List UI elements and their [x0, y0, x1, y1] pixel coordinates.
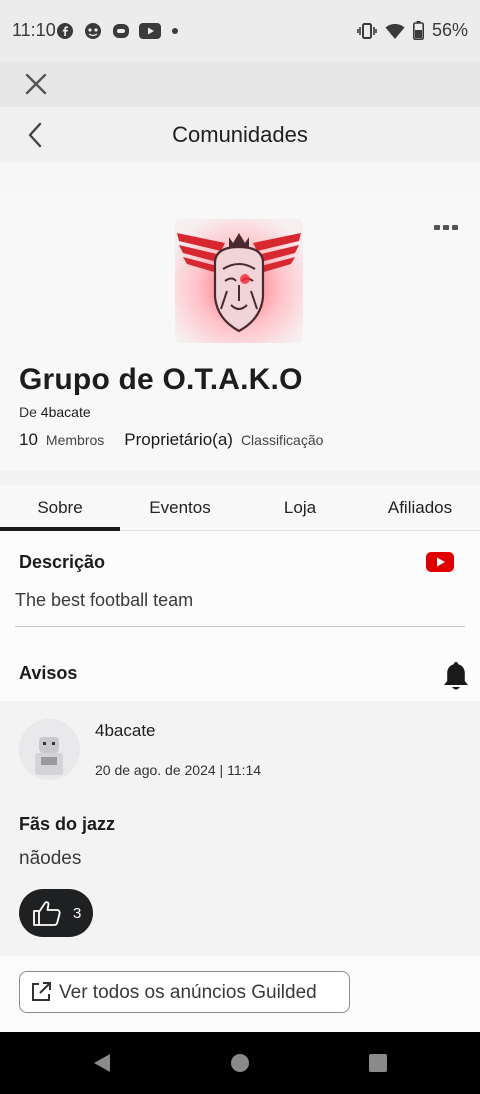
- tab-loja[interactable]: Loja: [240, 498, 360, 518]
- notification-icons: [56, 21, 180, 41]
- webview-toolbar: [0, 62, 480, 107]
- facebook-icon: [57, 23, 73, 39]
- home-nav-icon[interactable]: [230, 1053, 250, 1073]
- more-options-icon[interactable]: [434, 223, 458, 233]
- tab-afiliados[interactable]: Afiliados: [360, 498, 480, 518]
- battery-icon: [412, 21, 424, 40]
- game-icon: [85, 23, 101, 39]
- description-title: Descrição: [19, 552, 106, 572]
- status-time: 11:10: [12, 20, 56, 40]
- vibrate-icon: [357, 22, 377, 39]
- announcements-footer: Ver todos os anúncios Guilded: [0, 956, 480, 1032]
- app-header: Comunidades: [0, 107, 480, 163]
- avatar[interactable]: [19, 719, 80, 780]
- system-navigation-bar: [0, 1032, 480, 1094]
- view-all-label: Ver todos os anúncios Guilded: [59, 982, 317, 1003]
- owner-link[interactable]: 4bacate: [41, 404, 91, 420]
- post-title: Fãs do jazz: [19, 814, 116, 834]
- back-nav-icon[interactable]: [92, 1053, 112, 1073]
- post-date: 20 de ago. de 2024 | 11:14: [95, 762, 262, 778]
- member-label: Membros: [45, 432, 105, 448]
- post-body: nãodes: [19, 848, 82, 869]
- wifi-icon: [385, 23, 405, 39]
- recents-nav-icon[interactable]: [368, 1053, 388, 1073]
- like-count: 3: [73, 905, 82, 922]
- tab-eventos[interactable]: Eventos: [120, 498, 240, 518]
- role-label: Classificação: [240, 432, 324, 448]
- announcements-title: Avisos: [19, 663, 78, 683]
- owner-prefix: De: [19, 404, 37, 420]
- owner-line: De 4bacate: [19, 404, 91, 420]
- bell-icon[interactable]: [442, 660, 470, 692]
- description-text: The best football team: [15, 590, 194, 610]
- thumbs-up-icon: [33, 901, 61, 926]
- post-author[interactable]: 4bacate: [95, 721, 156, 741]
- battery-percent: 56%: [431, 20, 468, 40]
- member-count: 10: [19, 430, 38, 449]
- divider: [15, 626, 465, 627]
- like-button[interactable]: 3: [19, 889, 93, 937]
- more-notifications-icon: [172, 28, 178, 34]
- group-header: Grupo de O.T.A.K.O De 4bacate 10 Membros…: [0, 193, 480, 471]
- page-title: Comunidades: [172, 122, 308, 147]
- tab-sobre[interactable]: Sobre: [0, 498, 120, 518]
- spacer: [0, 163, 480, 193]
- user-role: Proprietário(a): [124, 430, 233, 449]
- about-section: Descrição The best football team Avisos: [0, 531, 480, 701]
- youtube-status-icon: [139, 23, 161, 39]
- group-stats: 10 Membros Proprietário(a) Classificação: [19, 430, 323, 450]
- close-icon[interactable]: [20, 68, 52, 100]
- announcement-post: 4bacate 20 de ago. de 2024 | 11:14 Fãs d…: [0, 701, 480, 956]
- group-logo[interactable]: [175, 219, 303, 343]
- group-name: Grupo de O.T.A.K.O: [19, 363, 303, 396]
- tab-bar: Sobre Eventos Loja Afiliados: [0, 485, 480, 531]
- status-bar: 11:10 56%: [0, 0, 480, 62]
- external-link-icon: [32, 982, 51, 1001]
- youtube-icon[interactable]: [426, 552, 454, 572]
- view-all-guilded-button[interactable]: Ver todos os anúncios Guilded: [19, 971, 350, 1013]
- message-icon: [113, 24, 129, 38]
